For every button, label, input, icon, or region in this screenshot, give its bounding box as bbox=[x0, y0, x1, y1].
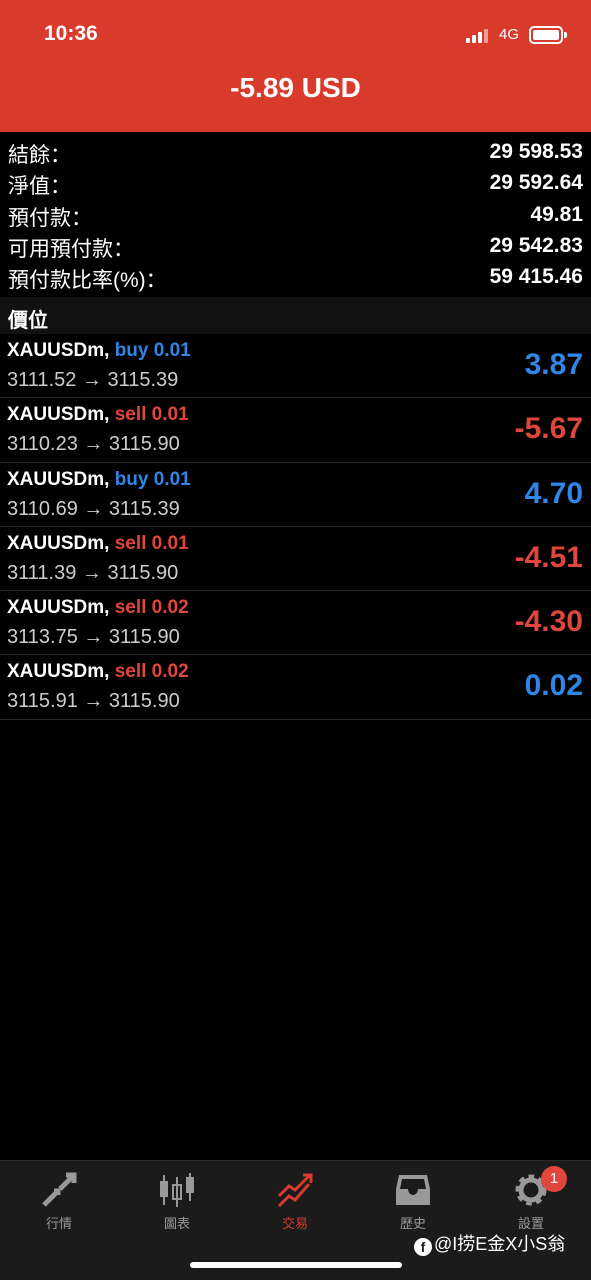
watermark: f @I捞E金X小S翁 bbox=[414, 1230, 565, 1256]
position-profit: 0.02 bbox=[524, 669, 583, 703]
position-row[interactable]: XAUUSDm, sell 0.01 3110.23 → 3115.90 -5.… bbox=[0, 398, 591, 463]
history-tray-icon bbox=[396, 1175, 430, 1205]
position-side: sell 0.02 bbox=[114, 661, 189, 683]
tab-label: 行情 bbox=[45, 1216, 72, 1231]
positions-section-header: 價位 bbox=[0, 297, 591, 334]
summary-value: 29 592.64 bbox=[489, 171, 583, 195]
position-profit: -5.67 bbox=[514, 412, 583, 446]
app-header: 10:36 4G -5.89 USD bbox=[0, 0, 591, 132]
settings-notification-badge: 1 bbox=[541, 1166, 567, 1192]
summary-label: 預付款比率(%)： bbox=[8, 269, 167, 293]
tab-quotes[interactable]: 行情 bbox=[0, 1161, 118, 1241]
position-symbol: XAUUSDm, bbox=[7, 597, 110, 619]
summary-value: 59 415.46 bbox=[489, 265, 583, 289]
summary-row-margin: 預付款： 49.81 bbox=[0, 198, 591, 230]
summary-value: 29 542.83 bbox=[489, 233, 583, 257]
position-row[interactable]: XAUUSDm, buy 0.01 3111.52 → 3115.39 3.87 bbox=[0, 334, 591, 399]
position-side: buy 0.01 bbox=[114, 340, 191, 361]
summary-row-equity: 淨值： 29 592.64 bbox=[0, 166, 591, 199]
cellular-signal-icon bbox=[466, 29, 492, 43]
position-symbol: XAUUSDm, bbox=[7, 661, 110, 683]
network-type: 4G bbox=[499, 26, 520, 43]
position-row[interactable]: XAUUSDm, sell 0.02 3113.75 → 3115.90 -4.… bbox=[0, 591, 591, 656]
tab-settings[interactable]: 設置 bbox=[472, 1161, 590, 1241]
position-symbol: XAUUSDm, bbox=[7, 340, 110, 361]
watermark-text: @I捞E金X小S翁 bbox=[434, 1234, 566, 1254]
quotes-arrows-icon bbox=[42, 1172, 77, 1207]
position-symbol: XAUUSDm, bbox=[7, 404, 110, 426]
positions-list: XAUUSDm, buy 0.01 3111.52 → 3115.39 3.87… bbox=[0, 334, 591, 720]
position-side: buy 0.01 bbox=[114, 468, 191, 490]
summary-label: 預付款： bbox=[8, 206, 92, 230]
tab-trade[interactable]: 交易 bbox=[236, 1161, 354, 1241]
position-profit: -4.30 bbox=[514, 605, 583, 639]
summary-row-free-margin: 可用預付款： 29 542.83 bbox=[0, 229, 591, 261]
position-side: sell 0.01 bbox=[114, 532, 189, 554]
position-profit: 4.70 bbox=[524, 476, 583, 510]
summary-value: 29 598.53 bbox=[489, 140, 583, 163]
summary-value: 49.81 bbox=[530, 202, 583, 226]
position-prices: 3115.91 → 3115.90 bbox=[7, 690, 180, 713]
position-row[interactable]: XAUUSDm, sell 0.02 3115.91 → 3115.90 0.0… bbox=[0, 655, 591, 720]
facebook-icon: f bbox=[414, 1238, 432, 1256]
position-symbol: XAUUSDm, bbox=[7, 532, 110, 554]
floating-profit-title: -5.89 USD bbox=[230, 72, 361, 103]
tab-label: 圖表 bbox=[163, 1216, 190, 1231]
home-indicator bbox=[190, 1262, 402, 1268]
summary-row-balance: 結餘： 29 598.53 bbox=[0, 135, 591, 167]
summary-label: 淨值： bbox=[8, 175, 71, 199]
position-prices: 3111.39 → 3115.90 bbox=[7, 561, 179, 584]
position-profit: 3.87 bbox=[524, 348, 583, 381]
account-summary: 結餘： 29 598.53 淨值： 29 592.64 預付款： 49.81 可… bbox=[0, 135, 591, 293]
tab-label: 交易 bbox=[281, 1216, 308, 1231]
position-prices: 3111.52 → 3115.39 bbox=[7, 369, 179, 391]
battery-icon bbox=[529, 26, 567, 44]
status-bar: 10:36 4G bbox=[0, 0, 591, 70]
tab-chart[interactable]: 圖表 bbox=[118, 1161, 236, 1241]
position-prices: 3113.75 → 3115.90 bbox=[7, 626, 180, 649]
status-time: 10:36 bbox=[44, 22, 98, 45]
position-profit: -4.51 bbox=[514, 540, 583, 574]
position-symbol: XAUUSDm, bbox=[7, 468, 110, 490]
position-side: sell 0.02 bbox=[114, 597, 189, 619]
position-row[interactable]: XAUUSDm, sell 0.01 3111.39 → 3115.90 -4.… bbox=[0, 527, 591, 592]
summary-row-margin-level: 預付款比率(%)： 59 415.46 bbox=[0, 260, 591, 293]
positions-section-title: 價位 bbox=[8, 310, 48, 332]
position-row[interactable]: XAUUSDm, buy 0.01 3110.69 → 3115.39 4.70 bbox=[0, 463, 591, 527]
tab-history[interactable]: 歷史 bbox=[354, 1161, 472, 1241]
summary-label: 結餘： bbox=[8, 144, 71, 167]
summary-label: 可用預付款： bbox=[8, 237, 134, 261]
position-prices: 3110.23 → 3115.90 bbox=[7, 433, 180, 456]
candlestick-chart-icon bbox=[160, 1173, 194, 1207]
position-prices: 3110.69 → 3115.39 bbox=[7, 497, 180, 520]
position-side: sell 0.01 bbox=[114, 404, 189, 426]
trade-trend-icon bbox=[277, 1173, 313, 1208]
